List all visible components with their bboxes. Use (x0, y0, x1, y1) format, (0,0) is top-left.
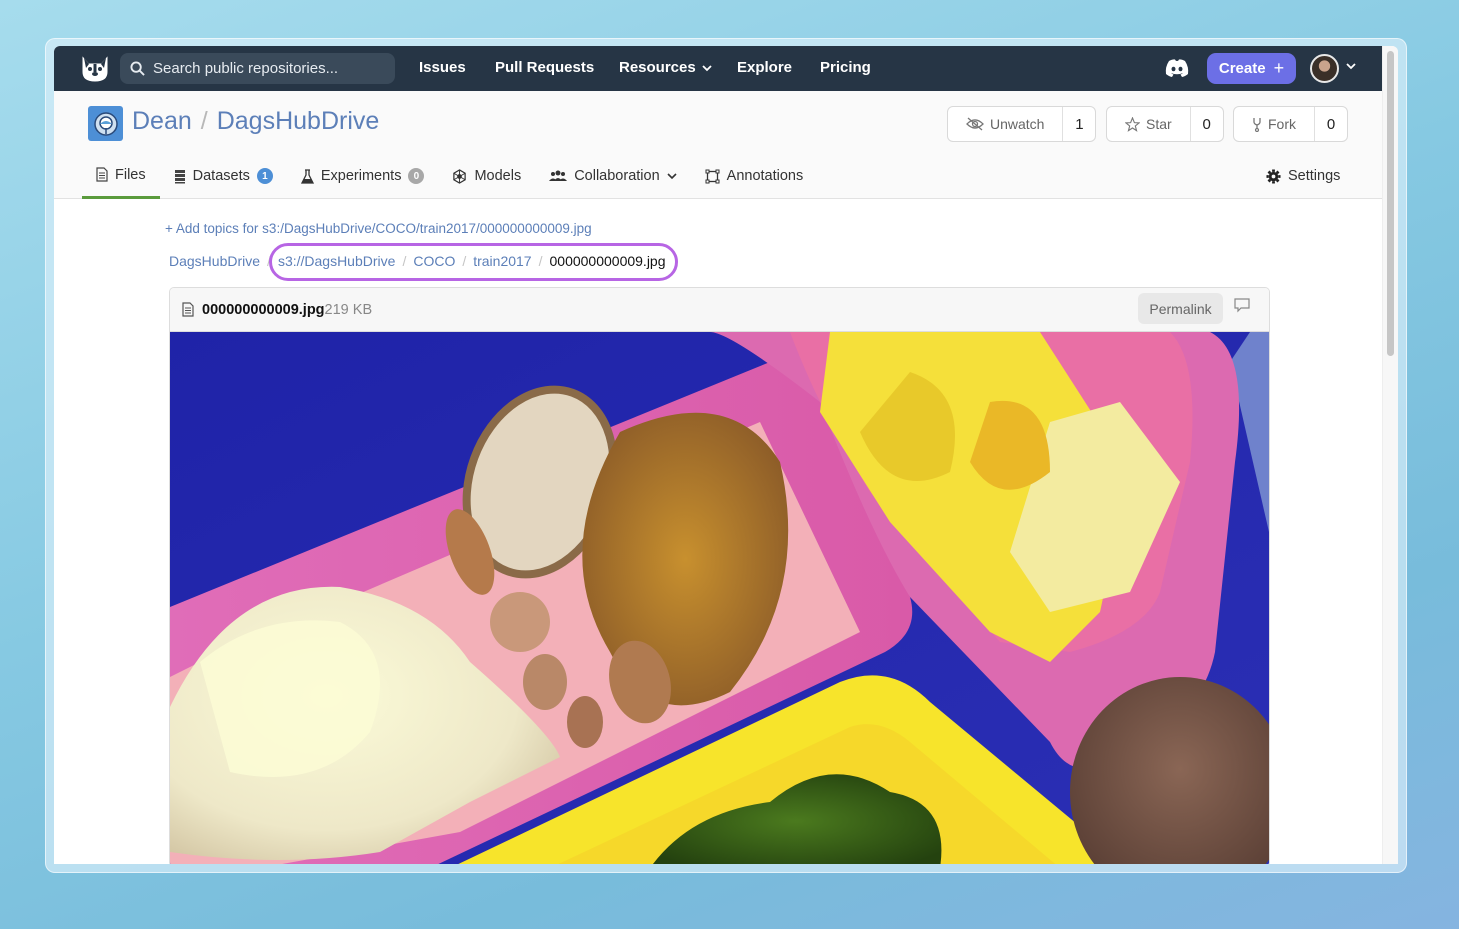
chevron-down-icon (702, 64, 712, 71)
scrollbar-thumb[interactable] (1387, 51, 1394, 356)
star-button[interactable]: Star (1107, 107, 1191, 141)
comment-icon[interactable] (1234, 298, 1250, 313)
tab-datasets-label: Datasets (192, 168, 250, 184)
users-icon (549, 170, 568, 181)
top-navbar: Search public repositories... Issues Pul… (54, 46, 1382, 91)
tab-datasets[interactable]: Datasets 1 (160, 153, 287, 199)
tab-collaboration-label: Collaboration (574, 168, 660, 184)
tab-files-label: Files (115, 166, 146, 183)
models-icon (453, 168, 467, 184)
star-icon (1125, 116, 1140, 132)
nav-resources[interactable]: Resources (619, 59, 712, 76)
unwatch-button[interactable]: Unwatch (948, 107, 1064, 141)
highlight-annotation (269, 243, 678, 281)
tab-annotations-label: Annotations (726, 168, 804, 184)
eye-slash-icon (966, 117, 984, 131)
nav-pricing[interactable]: Pricing (820, 59, 871, 76)
tab-settings[interactable]: Settings (1266, 153, 1340, 199)
experiments-count-badge: 0 (408, 168, 425, 184)
discord-icon[interactable] (1164, 58, 1190, 78)
repo-title: Dean / DagsHubDrive (132, 107, 379, 136)
search-input[interactable]: Search public repositories... (120, 53, 395, 84)
chevron-down-icon[interactable] (1346, 62, 1356, 70)
repo-owner-link[interactable]: Dean (132, 107, 192, 136)
chevron-down-icon (667, 173, 677, 180)
gear-icon (1266, 168, 1281, 184)
fork-button-group: Fork 0 (1233, 106, 1348, 142)
flask-icon (300, 168, 314, 184)
file-icon (182, 302, 194, 317)
fork-label: Fork (1268, 116, 1296, 132)
fork-count[interactable]: 0 (1315, 107, 1347, 141)
file-header: 000000000009.jpg 219 KB Permalink (170, 288, 1269, 332)
repo-header: Dean / DagsHubDrive Unwatch 1 Star 0 For… (54, 91, 1382, 199)
user-avatar[interactable] (1310, 54, 1339, 83)
fork-button[interactable]: Fork (1234, 107, 1315, 141)
permalink-button[interactable]: Permalink (1138, 293, 1223, 324)
datasets-count-badge: 1 (256, 168, 273, 184)
repo-logo-icon (93, 111, 118, 136)
browser-window: Search public repositories... Issues Pul… (54, 46, 1398, 864)
file-icon (96, 167, 108, 182)
star-button-group: Star 0 (1106, 106, 1224, 142)
fork-icon (1253, 117, 1261, 132)
nav-explore[interactable]: Explore (737, 59, 792, 76)
settings-label: Settings (1288, 168, 1341, 184)
create-label: Create (1218, 60, 1266, 77)
dagshub-logo-icon[interactable] (78, 52, 112, 84)
nav-resources-label: Resources (619, 59, 696, 76)
search-placeholder: Search public repositories... (153, 60, 339, 77)
search-icon (130, 61, 145, 76)
plus-icon: + (1273, 58, 1285, 78)
watch-count[interactable]: 1 (1063, 107, 1095, 141)
tab-experiments[interactable]: Experiments 0 (287, 153, 439, 199)
watch-button-group: Unwatch 1 (947, 106, 1097, 142)
star-count[interactable]: 0 (1191, 107, 1223, 141)
file-size: 219 KB (324, 301, 373, 318)
add-topics-link[interactable]: + Add topics for s3:/DagsHubDrive/COCO/t… (165, 221, 592, 236)
bounding-box-icon (705, 169, 720, 183)
nav-pull-requests[interactable]: Pull Requests (495, 59, 594, 76)
file-viewer: 000000000009.jpg 219 KB Permalink (169, 287, 1270, 864)
food-photo (170, 332, 1269, 864)
repo-tabs: Files Datasets 1 Experiments 0 Models Co… (82, 153, 817, 199)
tab-models[interactable]: Models (438, 153, 535, 199)
tab-files[interactable]: Files (82, 153, 160, 199)
repo-avatar (88, 106, 123, 141)
image-preview (170, 332, 1269, 864)
file-name: 000000000009.jpg (202, 301, 325, 318)
create-button[interactable]: Create + (1207, 53, 1296, 84)
tab-collaboration[interactable]: Collaboration (535, 153, 690, 199)
vertical-scrollbar[interactable] (1382, 46, 1398, 864)
unwatch-label: Unwatch (990, 116, 1045, 132)
breadcrumb-repo[interactable]: DagsHubDrive (169, 253, 260, 269)
repo-name-link[interactable]: DagsHubDrive (217, 107, 380, 136)
database-icon (174, 169, 185, 183)
tab-models-label: Models (474, 168, 522, 184)
repo-title-separator: / (200, 107, 208, 135)
nav-issues[interactable]: Issues (419, 59, 466, 76)
star-label: Star (1146, 116, 1172, 132)
tab-annotations[interactable]: Annotations (691, 153, 818, 199)
tab-experiments-label: Experiments (320, 168, 402, 184)
